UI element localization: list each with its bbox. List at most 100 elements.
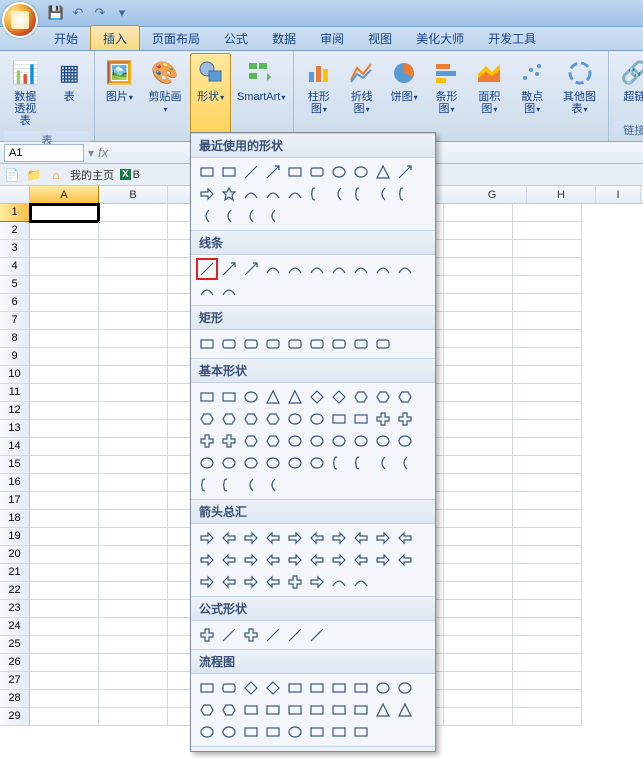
shape-item[interactable]	[196, 280, 218, 302]
new-file-icon[interactable]: 📄	[4, 167, 20, 183]
shape-item[interactable]	[328, 721, 350, 743]
shape-item[interactable]	[196, 333, 218, 355]
shape-item[interactable]	[196, 624, 218, 646]
shape-item[interactable]	[350, 333, 372, 355]
row-header[interactable]: 28	[0, 690, 30, 708]
cell[interactable]	[513, 312, 582, 330]
shape-item[interactable]	[306, 721, 328, 743]
undo-icon[interactable]: ↶	[70, 5, 86, 21]
shape-item[interactable]	[328, 258, 350, 280]
cell[interactable]	[513, 366, 582, 384]
cell[interactable]	[99, 690, 168, 708]
area-chart-button[interactable]: 面积图	[469, 53, 510, 139]
shape-item[interactable]	[394, 386, 416, 408]
cell[interactable]	[99, 618, 168, 636]
shape-item[interactable]	[262, 721, 284, 743]
smartart-button[interactable]: SmartArt	[233, 53, 289, 139]
cell[interactable]	[99, 528, 168, 546]
shape-item[interactable]	[350, 677, 372, 699]
shape-item[interactable]	[240, 571, 262, 593]
cell[interactable]	[30, 546, 99, 564]
cell[interactable]	[444, 636, 513, 654]
shape-item[interactable]	[372, 677, 394, 699]
shape-item[interactable]	[328, 549, 350, 571]
shape-item[interactable]	[328, 452, 350, 474]
shape-item[interactable]	[328, 571, 350, 593]
cell[interactable]	[30, 222, 99, 240]
cell[interactable]	[30, 384, 99, 402]
workbook-tab[interactable]: X B	[120, 169, 140, 181]
shape-item[interactable]	[306, 527, 328, 549]
cell[interactable]	[30, 366, 99, 384]
shape-item[interactable]	[196, 699, 218, 721]
shape-item[interactable]	[306, 452, 328, 474]
cell[interactable]	[30, 492, 99, 510]
shape-item[interactable]	[218, 527, 240, 549]
cell[interactable]	[99, 438, 168, 456]
shape-item[interactable]	[284, 408, 306, 430]
col-header-H[interactable]: H	[527, 186, 596, 203]
shape-item[interactable]	[394, 677, 416, 699]
tab-view[interactable]: 视图	[356, 26, 404, 50]
cell[interactable]	[444, 438, 513, 456]
cell[interactable]	[513, 258, 582, 276]
shape-item[interactable]	[262, 624, 284, 646]
shape-item[interactable]	[284, 161, 306, 183]
row-header[interactable]: 20	[0, 546, 30, 564]
cell[interactable]	[30, 348, 99, 366]
shape-item[interactable]	[328, 333, 350, 355]
cell[interactable]	[513, 672, 582, 690]
cell[interactable]	[99, 204, 168, 222]
shape-item[interactable]	[196, 430, 218, 452]
line-chart-button[interactable]: 折线图	[341, 53, 382, 139]
cell[interactable]	[513, 474, 582, 492]
cell[interactable]	[30, 618, 99, 636]
shape-item[interactable]	[350, 183, 372, 205]
shape-item[interactable]	[328, 161, 350, 183]
shape-item[interactable]	[328, 430, 350, 452]
cell[interactable]	[99, 600, 168, 618]
cell[interactable]	[513, 402, 582, 420]
shape-item[interactable]	[328, 699, 350, 721]
shape-item[interactable]	[306, 549, 328, 571]
shape-item[interactable]	[284, 699, 306, 721]
cell[interactable]	[444, 672, 513, 690]
shape-item[interactable]	[196, 205, 218, 227]
shape-item[interactable]	[350, 452, 372, 474]
row-header[interactable]: 1	[0, 204, 30, 222]
shape-item[interactable]	[218, 258, 240, 280]
shape-item[interactable]	[218, 474, 240, 496]
shape-item[interactable]	[306, 183, 328, 205]
shape-item[interactable]	[196, 452, 218, 474]
cell[interactable]	[99, 420, 168, 438]
shape-item[interactable]	[262, 549, 284, 571]
save-icon[interactable]: 💾	[48, 5, 64, 21]
shape-item[interactable]	[284, 721, 306, 743]
cell[interactable]	[513, 204, 582, 222]
shape-item[interactable]	[306, 571, 328, 593]
open-folder-icon[interactable]: 📁	[26, 167, 42, 183]
shape-item[interactable]	[240, 333, 262, 355]
row-header[interactable]: 9	[0, 348, 30, 366]
shape-item[interactable]	[372, 183, 394, 205]
shape-item[interactable]	[306, 386, 328, 408]
col-header-B[interactable]: B	[99, 186, 168, 203]
tab-data[interactable]: 数据	[260, 26, 308, 50]
cell[interactable]	[444, 456, 513, 474]
cell[interactable]	[444, 618, 513, 636]
cell[interactable]	[99, 510, 168, 528]
shape-item[interactable]	[394, 161, 416, 183]
cell[interactable]	[444, 348, 513, 366]
tab-developer[interactable]: 开发工具	[476, 26, 548, 50]
cell[interactable]	[513, 276, 582, 294]
home-tab-label[interactable]: 我的主页	[70, 167, 114, 183]
name-box[interactable]: A1	[4, 144, 84, 162]
shape-item[interactable]	[240, 386, 262, 408]
fx-label[interactable]: fx	[98, 145, 108, 160]
shape-item[interactable]	[328, 183, 350, 205]
cell[interactable]	[30, 474, 99, 492]
row-header[interactable]: 22	[0, 582, 30, 600]
row-header[interactable]: 8	[0, 330, 30, 348]
cell[interactable]	[99, 222, 168, 240]
cell[interactable]	[513, 636, 582, 654]
